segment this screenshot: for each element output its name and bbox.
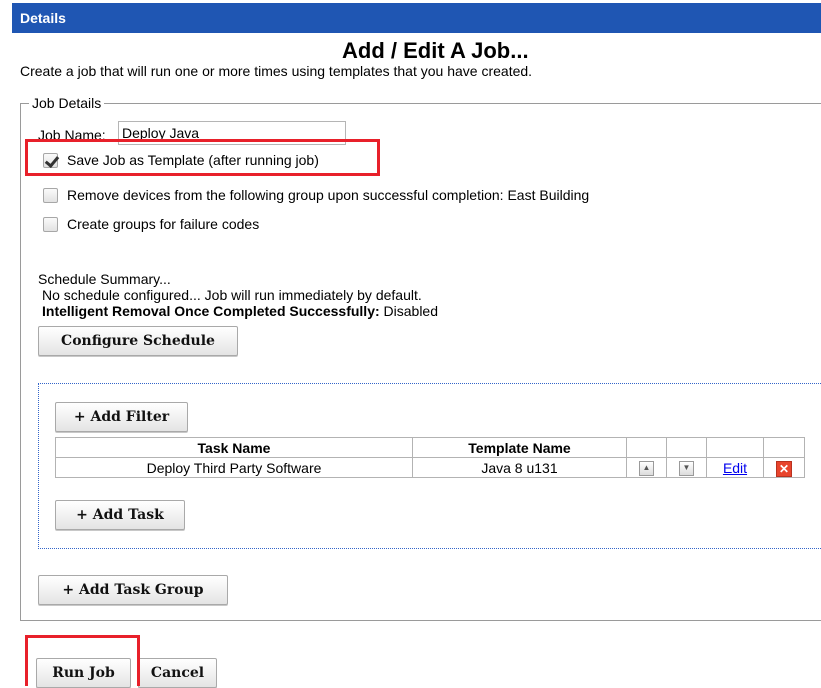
schedule-summary-text: No schedule configured... Job will run i…	[42, 287, 422, 303]
move-down-column-header	[666, 437, 707, 458]
job-details-legend: Job Details	[29, 94, 105, 112]
remove-devices-option[interactable]: Remove devices from the following group …	[43, 186, 589, 204]
edit-column-header	[706, 437, 764, 458]
task-name-cell: Deploy Third Party Software	[55, 457, 413, 478]
move-up-column-header	[626, 437, 667, 458]
save-template-highlight	[25, 139, 380, 176]
template-name-cell: Java 8 u131	[412, 457, 627, 478]
header-title: Details	[20, 10, 66, 26]
add-task-group-button[interactable]: + Add Task Group	[38, 575, 228, 605]
delete-icon[interactable]: ✕	[776, 460, 792, 477]
edit-link[interactable]: Edit	[723, 460, 747, 476]
delete-cell: ✕	[763, 457, 805, 478]
intelligent-removal-status: Intelligent Removal Once Completed Succe…	[42, 303, 438, 319]
intelligent-removal-label: Intelligent Removal Once Completed Succe…	[42, 303, 380, 319]
page-description: Create a job that will run one or more t…	[20, 63, 533, 79]
intelligent-removal-value: Disabled	[379, 303, 439, 319]
task-name-column-header: Task Name	[55, 437, 413, 458]
tasks-table-header: Task Name Template Name	[55, 437, 805, 458]
remove-devices-label: Remove devices from the following group …	[67, 187, 590, 203]
cancel-button[interactable]: Cancel	[138, 658, 217, 688]
schedule-summary-title: Schedule Summary...	[38, 271, 171, 287]
failure-groups-checkbox[interactable]	[43, 216, 58, 232]
add-filter-button[interactable]: + Add Filter	[55, 402, 188, 432]
configure-schedule-button[interactable]: Configure Schedule	[38, 326, 238, 356]
failure-groups-label: Create groups for failure codes	[67, 216, 260, 232]
template-name-column-header: Template Name	[412, 437, 627, 458]
delete-column-header	[763, 437, 805, 458]
edit-cell: Edit	[706, 457, 764, 478]
page-title: Add / Edit A Job...	[342, 38, 529, 63]
down-arrow-icon[interactable]: ▼	[679, 461, 694, 477]
table-row: Deploy Third Party Software Java 8 u131 …	[55, 457, 805, 478]
move-down-cell: ▼	[666, 457, 707, 478]
window-edge	[0, 0, 12, 686]
run-job-highlight	[25, 635, 140, 686]
tasks-table: Task Name Template Name Deploy Third Par…	[55, 437, 805, 478]
up-arrow-icon[interactable]: ▲	[639, 461, 654, 477]
failure-groups-option[interactable]: Create groups for failure codes	[43, 215, 259, 233]
remove-devices-checkbox[interactable]	[43, 187, 58, 203]
add-task-button[interactable]: + Add Task	[55, 500, 185, 530]
move-up-cell: ▲	[626, 457, 667, 478]
details-header: Details	[12, 3, 821, 33]
